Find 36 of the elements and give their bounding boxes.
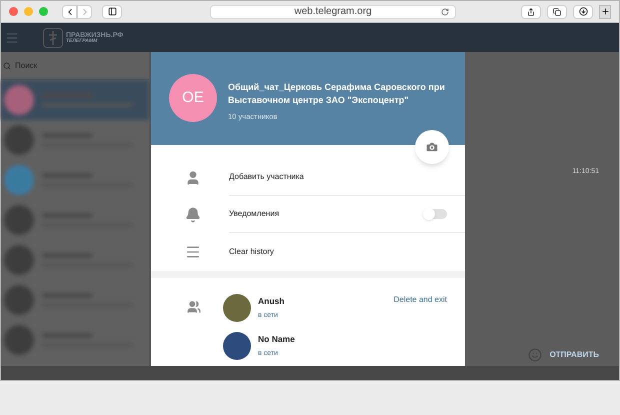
camera-icon [425, 140, 439, 154]
menu-lines-icon [185, 244, 201, 260]
member-name: No Name [258, 332, 295, 346]
group-title: Общий_чат_Церковь Серафима Саровского при Выставочном центре ЗАО "Экспоцентр" [228, 81, 446, 107]
sidebar-panel-icon [108, 7, 116, 16]
camera-button[interactable] [415, 130, 449, 164]
new-tab-button[interactable] [599, 4, 611, 18]
share-icon [527, 8, 535, 16]
sidebar-toggle-button[interactable] [102, 4, 122, 18]
tabs-icon [553, 8, 561, 16]
member-avatar [223, 294, 251, 322]
share-button[interactable] [521, 4, 541, 18]
notifications-toggle[interactable] [423, 209, 447, 219]
person-icon [185, 170, 201, 186]
member-avatar [223, 332, 251, 360]
action-label: Уведомления [229, 208, 280, 220]
download-icon [578, 7, 588, 16]
bell-icon [185, 206, 201, 222]
tabs-button[interactable] [547, 4, 567, 18]
send-button[interactable]: ОТПРАВИТЬ [550, 349, 599, 361]
action-row[interactable]: Clear history [151, 233, 465, 270]
logo-icon [43, 28, 63, 48]
notifications-row[interactable]: Уведомления [151, 196, 465, 233]
action-label: Clear history [229, 246, 274, 258]
delete-and-exit-link[interactable]: Delete and exit [394, 294, 447, 306]
downloads-button[interactable] [573, 4, 593, 18]
members-icon [187, 300, 201, 314]
address-bar[interactable]: web.telegram.org [210, 4, 456, 18]
action-label: Добавить участника [229, 171, 304, 183]
url-text: web.telegram.org [294, 5, 372, 19]
group-avatar: OE [169, 74, 217, 122]
back-button[interactable] [62, 4, 77, 18]
member-name: Anush [258, 294, 284, 308]
reload-icon[interactable] [441, 8, 449, 16]
plus-icon [600, 7, 610, 16]
search-icon [3, 62, 11, 70]
